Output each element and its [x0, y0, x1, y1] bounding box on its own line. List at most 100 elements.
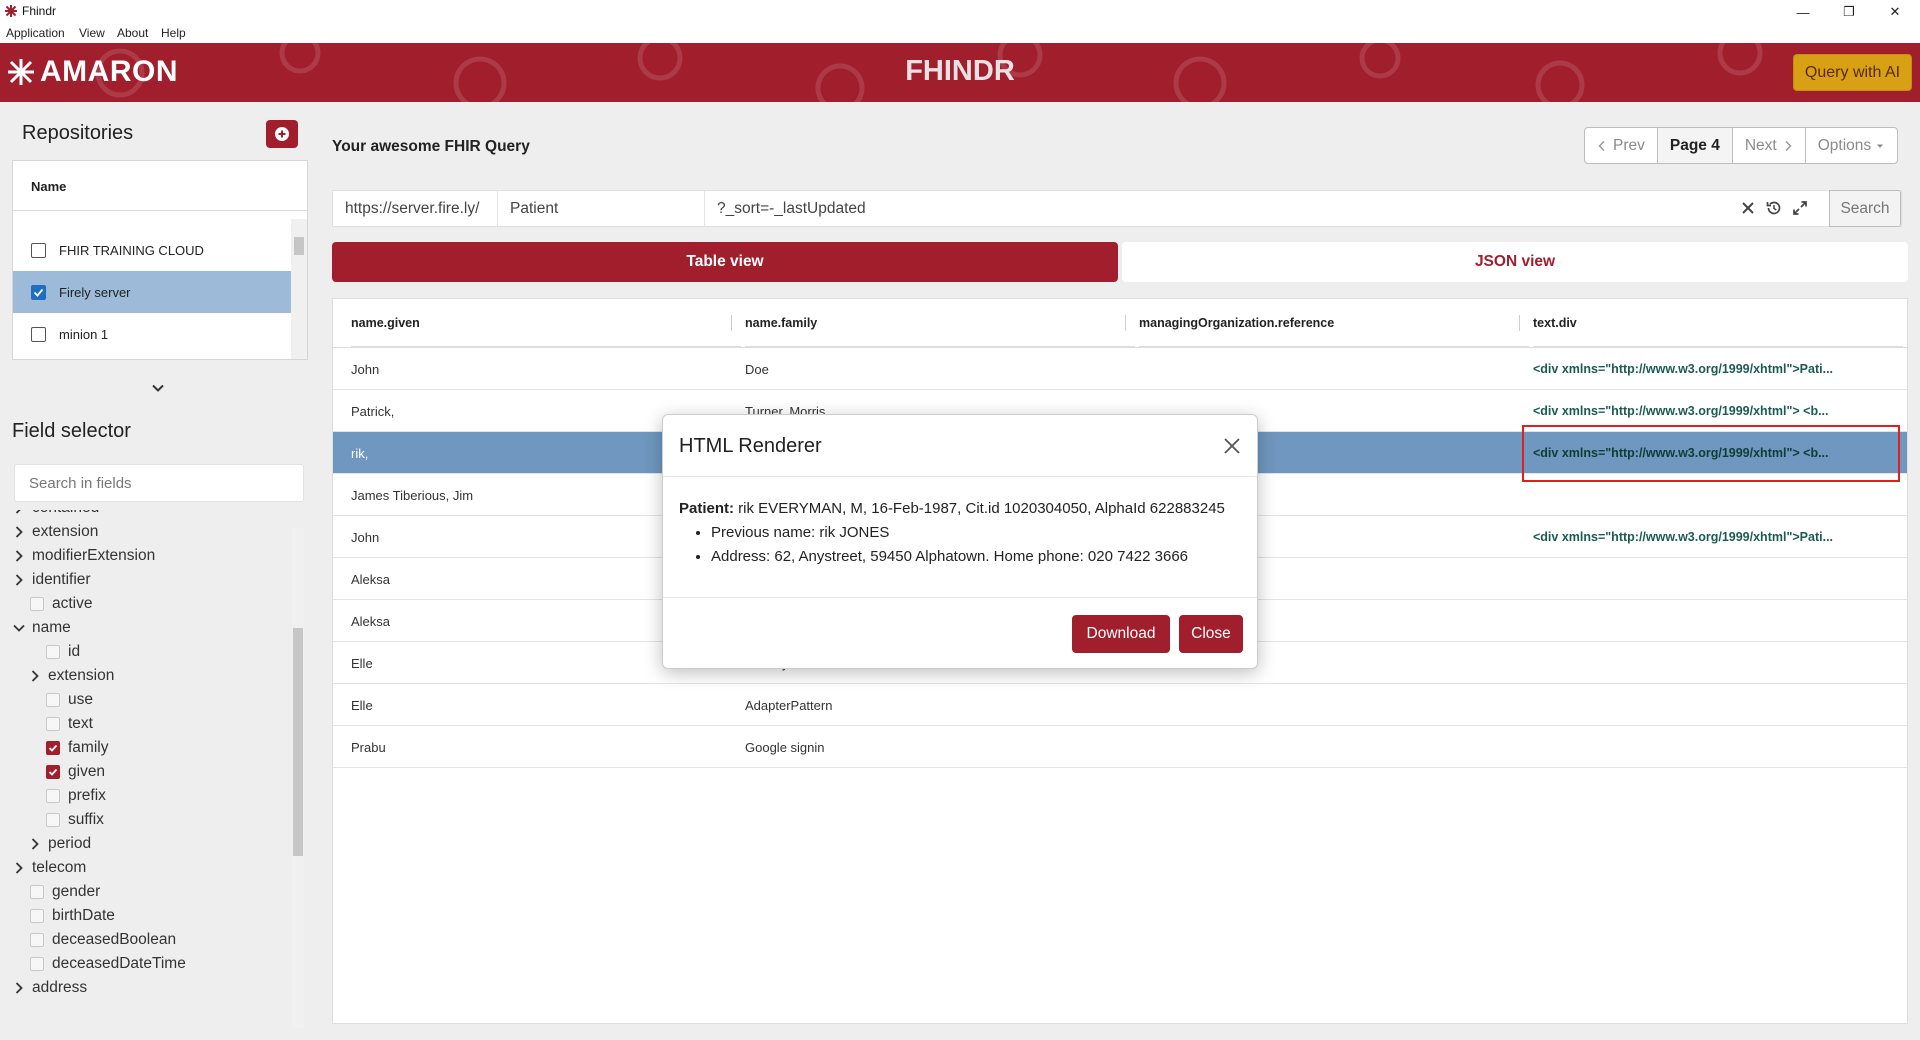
scroll-thumb[interactable] — [294, 237, 304, 255]
repository-checkbox[interactable] — [31, 284, 46, 300]
resource-input[interactable]: Patient — [498, 191, 705, 226]
menu-about[interactable]: About — [117, 26, 148, 40]
table-cell[interactable]: Doe — [745, 348, 1125, 390]
table-cell[interactable]: Prabu — [351, 726, 731, 768]
column-header[interactable]: name.family — [745, 299, 1135, 347]
close-button[interactable]: Close — [1179, 615, 1243, 653]
table-cell[interactable] — [1533, 726, 1893, 768]
chevron-right-icon[interactable] — [12, 861, 26, 875]
table-cell[interactable] — [1533, 684, 1893, 726]
field-tree-item[interactable]: active — [30, 592, 93, 616]
table-cell[interactable] — [1533, 600, 1893, 642]
chevron-right-icon[interactable] — [12, 981, 26, 995]
add-repository-button[interactable] — [266, 120, 298, 148]
chevron-right-icon[interactable] — [28, 837, 42, 851]
table-cell[interactable]: AdapterPattern — [745, 684, 1125, 726]
repository-item[interactable]: Firely server — [13, 271, 291, 313]
field-checkbox[interactable] — [46, 693, 60, 707]
field-checkbox[interactable] — [46, 741, 60, 755]
field-tree-item[interactable]: family — [46, 736, 108, 760]
params-input[interactable]: ?_sort=-_lastUpdated — [705, 191, 866, 226]
field-tree-item[interactable]: extension — [12, 520, 98, 544]
repository-item[interactable]: minion 1 — [13, 313, 291, 355]
field-tree-item[interactable]: prefix — [46, 784, 106, 808]
table-cell[interactable]: Elle — [351, 684, 731, 726]
chevron-right-icon[interactable] — [12, 573, 26, 587]
field-tree-item[interactable]: identifier — [12, 568, 91, 592]
menu-view[interactable]: View — [79, 26, 105, 40]
field-tree-item[interactable]: deceasedBoolean — [30, 928, 176, 952]
table-cell[interactable] — [1139, 684, 1519, 726]
field-tree-item[interactable]: period — [28, 832, 91, 856]
column-header[interactable]: managingOrganization.reference — [1139, 299, 1529, 347]
field-checkbox[interactable] — [46, 645, 60, 659]
query-with-ai-button[interactable]: Query with AI — [1793, 54, 1912, 91]
chevron-right-icon[interactable] — [12, 549, 26, 563]
field-tree-item[interactable]: gender — [30, 880, 100, 904]
field-tree-item[interactable]: modifierExtension — [12, 544, 155, 568]
repository-checkbox[interactable] — [31, 326, 46, 342]
expand-icon[interactable] — [1791, 199, 1809, 217]
field-tree-item[interactable]: name — [12, 616, 71, 640]
next-page-button[interactable]: Next — [1733, 128, 1806, 163]
clear-icon[interactable] — [1739, 199, 1757, 217]
table-cell[interactable] — [1139, 348, 1519, 390]
table-cell[interactable]: Google signin — [745, 726, 1125, 768]
field-tree-item[interactable]: id — [46, 640, 80, 664]
table-cell[interactable]: <div xmlns="http://www.w3.org/1999/xhtml… — [1533, 348, 1893, 390]
field-tree-scrollbar[interactable] — [292, 528, 304, 1028]
table-row[interactable]: Prabu Google signin — [333, 726, 1907, 768]
column-header[interactable]: text.div — [1533, 299, 1903, 347]
repository-checkbox[interactable] — [31, 242, 46, 258]
field-tree-item[interactable]: address — [12, 976, 87, 1000]
tab-table-view[interactable]: Table view — [332, 242, 1118, 282]
server-url-input[interactable]: https://server.fire.ly/ — [333, 191, 498, 226]
prev-page-button[interactable]: Prev — [1585, 128, 1658, 163]
chevron-down-icon[interactable] — [150, 380, 166, 396]
table-row[interactable]: John Doe <div xmlns="http://www.w3.org/199… — [333, 348, 1907, 390]
table-cell[interactable] — [1139, 726, 1519, 768]
field-tree-item[interactable]: contained — [12, 510, 99, 520]
field-tree-item[interactable]: telecom — [12, 856, 86, 880]
field-checkbox[interactable] — [30, 597, 44, 611]
field-checkbox[interactable] — [30, 885, 44, 899]
search-button[interactable]: Search — [1829, 190, 1901, 227]
column-header[interactable]: name.given — [351, 299, 741, 347]
repository-item[interactable]: FHIR TRAINING CLOUD — [13, 229, 291, 271]
column-separator[interactable] — [1125, 315, 1126, 331]
download-button[interactable]: Download — [1072, 615, 1170, 653]
table-cell[interactable] — [1533, 642, 1893, 684]
field-tree-item[interactable]: deceasedDateTime — [30, 952, 186, 976]
field-tree-item[interactable]: birthDate — [30, 904, 115, 928]
table-cell[interactable]: <div xmlns="http://www.w3.org/1999/xhtml… — [1533, 516, 1893, 558]
menu-help[interactable]: Help — [161, 26, 186, 40]
minimize-button[interactable]: — — [1780, 0, 1826, 24]
window-close-button[interactable]: ✕ — [1872, 0, 1918, 24]
field-tree-item[interactable]: use — [46, 688, 93, 712]
field-checkbox[interactable] — [46, 717, 60, 731]
history-icon[interactable] — [1765, 199, 1783, 217]
table-cell[interactable] — [1533, 558, 1893, 600]
tab-json-view[interactable]: JSON view — [1122, 242, 1908, 282]
field-checkbox[interactable] — [46, 789, 60, 803]
menu-application[interactable]: Application — [6, 26, 65, 40]
field-checkbox[interactable] — [30, 909, 44, 923]
options-dropdown[interactable]: Options — [1806, 128, 1897, 163]
column-separator[interactable] — [1519, 315, 1520, 331]
field-checkbox[interactable] — [46, 813, 60, 827]
chevron-down-icon[interactable] — [12, 621, 26, 635]
field-search-input[interactable]: Search in fields — [14, 464, 304, 502]
field-tree-item[interactable]: given — [46, 760, 105, 784]
field-checkbox[interactable] — [30, 933, 44, 947]
field-tree-item[interactable]: text — [46, 712, 93, 736]
field-tree-item[interactable]: suffix — [46, 808, 104, 832]
table-row[interactable]: Elle AdapterPattern — [333, 684, 1907, 726]
chevron-right-icon[interactable] — [12, 525, 26, 539]
field-checkbox[interactable] — [46, 765, 60, 779]
repositories-scrollbar[interactable] — [291, 219, 307, 359]
maximize-button[interactable]: ❐ — [1826, 0, 1872, 24]
field-checkbox[interactable] — [30, 957, 44, 971]
field-tree-item[interactable]: extension — [28, 664, 114, 688]
chevron-right-icon[interactable] — [28, 669, 42, 683]
modal-close-icon[interactable] — [1223, 437, 1241, 455]
